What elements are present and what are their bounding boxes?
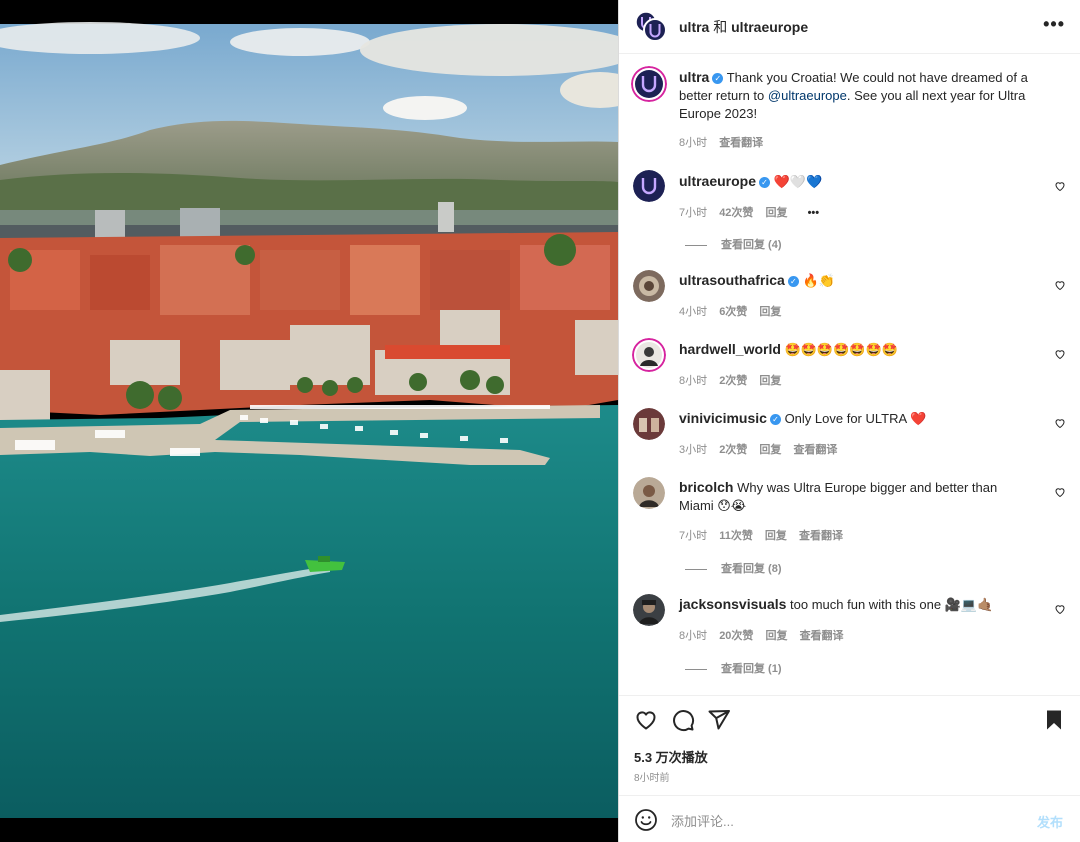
comment-options-button[interactable]: ••• bbox=[808, 207, 820, 219]
comment-text: bricolch Why was Ultra Europe bigger and… bbox=[679, 478, 1034, 515]
see-translation-button[interactable]: 查看翻译 bbox=[800, 630, 844, 642]
emoji-icon[interactable] bbox=[634, 808, 658, 832]
replies-divider bbox=[685, 568, 707, 570]
comment-likes[interactable]: 2次赞 bbox=[719, 375, 747, 387]
author-link-ultra[interactable]: ultra bbox=[679, 19, 709, 35]
comment-body: 🔥👏 bbox=[802, 273, 835, 288]
comment-text: jacksonsvisuals too much fun with this o… bbox=[679, 595, 1034, 614]
verified-badge-icon: ✓ bbox=[759, 177, 771, 189]
post-author-names: ultra 和 ultraeurope bbox=[679, 17, 808, 37]
more-options-icon[interactable]: ••• bbox=[1043, 14, 1065, 35]
avatar[interactable] bbox=[632, 338, 666, 372]
replies-divider bbox=[685, 668, 707, 670]
caption-meta: 8小时 查看翻译 bbox=[679, 134, 772, 150]
view-replies-button[interactable]: 查看回复 (1) bbox=[685, 660, 782, 676]
comment-time[interactable]: 3小时 bbox=[679, 444, 707, 456]
reply-button[interactable]: 回复 bbox=[759, 444, 781, 456]
comment-meta: 3小时 2次赞 回复 查看翻译 bbox=[679, 441, 846, 457]
comment-time[interactable]: 7小时 bbox=[679, 530, 707, 542]
replies-divider bbox=[685, 244, 707, 246]
comment-body: too much fun with this one 🎥💻🤙🏽 bbox=[790, 597, 994, 612]
reply-button[interactable]: 回复 bbox=[765, 530, 787, 542]
comment-time[interactable]: 8小时 bbox=[679, 375, 707, 387]
comment-body: Only Love for ULTRA ❤️ bbox=[784, 411, 927, 426]
comment-text: ultraeurope ✓ ❤️🤍💙 bbox=[679, 172, 1034, 191]
comment-meta: 4小时 6次赞 回复 bbox=[679, 303, 790, 319]
avatar[interactable] bbox=[631, 66, 667, 102]
comment-like-icon[interactable] bbox=[1054, 348, 1066, 360]
comment-username[interactable]: hardwell_world bbox=[679, 341, 781, 357]
comment-body: ❤️🤍💙 bbox=[773, 174, 823, 189]
comment-like-icon[interactable] bbox=[1054, 486, 1066, 498]
comment-meta: 7小时 42次赞 回复 ••• bbox=[679, 204, 828, 220]
reply-button[interactable]: 回复 bbox=[766, 207, 788, 219]
comment-username[interactable]: ultrasouthafrica bbox=[679, 272, 785, 288]
comment-likes[interactable]: 11次赞 bbox=[719, 530, 753, 542]
post-detail-panel: ultra 和 ultraeurope ••• ultra ✓ Thank you… bbox=[618, 0, 1080, 842]
comment-time[interactable]: 7小时 bbox=[679, 207, 707, 219]
comment-meta: 7小时 11次赞 回复 查看翻译 bbox=[679, 527, 852, 543]
view-replies-label: 查看回复 (1) bbox=[721, 663, 782, 675]
view-replies-label: 查看回复 (8) bbox=[721, 563, 782, 575]
comment-meta: 8小时 20次赞 回复 查看翻译 bbox=[679, 627, 853, 643]
comment-meta: 8小时 2次赞 回复 bbox=[679, 372, 790, 388]
view-replies-label: 查看回复 (4) bbox=[721, 239, 782, 251]
avatar[interactable] bbox=[633, 477, 665, 509]
reply-button[interactable]: 回复 bbox=[759, 306, 781, 318]
comment-likes[interactable]: 42次赞 bbox=[719, 207, 753, 219]
comment-username[interactable]: jacksonsvisuals bbox=[679, 596, 786, 612]
caption-text: ultra ✓ Thank you Croatia! We could not h… bbox=[679, 68, 1034, 123]
avatar[interactable] bbox=[633, 408, 665, 440]
see-translation-button[interactable]: 查看翻译 bbox=[793, 444, 837, 456]
verified-badge-icon: ✓ bbox=[787, 276, 799, 288]
send-icon[interactable] bbox=[707, 708, 731, 732]
comment-like-icon[interactable] bbox=[1054, 417, 1066, 429]
reply-button[interactable]: 回复 bbox=[759, 375, 781, 387]
bookmark-icon[interactable] bbox=[1042, 708, 1066, 732]
comment-time[interactable]: 4小时 bbox=[679, 306, 707, 318]
avatar[interactable] bbox=[633, 170, 665, 202]
comment-input[interactable] bbox=[669, 810, 973, 832]
caption-time[interactable]: 8小时 bbox=[679, 137, 707, 149]
caption-username[interactable]: ultra bbox=[679, 69, 709, 85]
post-header: ultra 和 ultraeurope ••• bbox=[619, 0, 1080, 54]
caption-mention-link[interactable]: @ultraeurope bbox=[768, 88, 847, 103]
see-translation-button[interactable]: 查看翻译 bbox=[799, 530, 843, 542]
view-replies-button[interactable]: 查看回复 (4) bbox=[685, 236, 782, 252]
view-count[interactable]: 5.3 万次播放 bbox=[634, 747, 708, 766]
collab-avatars[interactable] bbox=[635, 10, 667, 42]
reply-button[interactable]: 回复 bbox=[766, 630, 788, 642]
comment-likes[interactable]: 2次赞 bbox=[719, 444, 747, 456]
comment-text: hardwell_world 🤩🤩🤩🤩🤩🤩🤩 bbox=[679, 340, 1034, 359]
post-actions: 5.3 万次播放 8小时前 bbox=[619, 695, 1080, 795]
view-replies-button[interactable]: 查看回复 (8) bbox=[685, 560, 782, 576]
verified-badge-icon: ✓ bbox=[769, 414, 781, 426]
see-translation-button[interactable]: 查看翻译 bbox=[719, 137, 763, 149]
comment-likes[interactable]: 6次赞 bbox=[719, 306, 747, 318]
verified-badge-icon: ✓ bbox=[712, 73, 724, 85]
video-frame-aerial-view bbox=[0, 0, 618, 842]
comment-time[interactable]: 8小时 bbox=[679, 630, 707, 642]
comment-like-icon[interactable] bbox=[1054, 180, 1066, 192]
comment-username[interactable]: vinivicimusic bbox=[679, 410, 767, 426]
post-timestamp[interactable]: 8小时前 bbox=[634, 769, 670, 784]
comments-list: ultra ✓ Thank you Croatia! We could not h… bbox=[619, 54, 1080, 694]
comment-body: 🤩🤩🤩🤩🤩🤩🤩 bbox=[784, 342, 898, 357]
comment-text: vinivicimusic ✓ Only Love for ULTRA ❤️ bbox=[679, 409, 1034, 428]
comment-like-icon[interactable] bbox=[1054, 279, 1066, 291]
comment-username[interactable]: bricolch bbox=[679, 479, 733, 495]
comment-like-icon[interactable] bbox=[1054, 603, 1066, 615]
post-media-video[interactable] bbox=[0, 0, 618, 842]
author-link-ultraeurope[interactable]: ultraeurope bbox=[731, 19, 808, 35]
add-comment-bar: 发布 bbox=[619, 795, 1080, 842]
comment-icon[interactable] bbox=[671, 708, 695, 732]
avatar[interactable] bbox=[633, 594, 665, 626]
comment-likes[interactable]: 20次赞 bbox=[719, 630, 753, 642]
heart-icon[interactable] bbox=[634, 708, 658, 732]
comment-username[interactable]: ultraeurope bbox=[679, 173, 756, 189]
avatar[interactable] bbox=[633, 270, 665, 302]
collab-conjunction: 和 bbox=[713, 19, 728, 35]
post-comment-button[interactable]: 发布 bbox=[1037, 812, 1063, 831]
comment-text: ultrasouthafrica ✓ 🔥👏 bbox=[679, 271, 1034, 290]
